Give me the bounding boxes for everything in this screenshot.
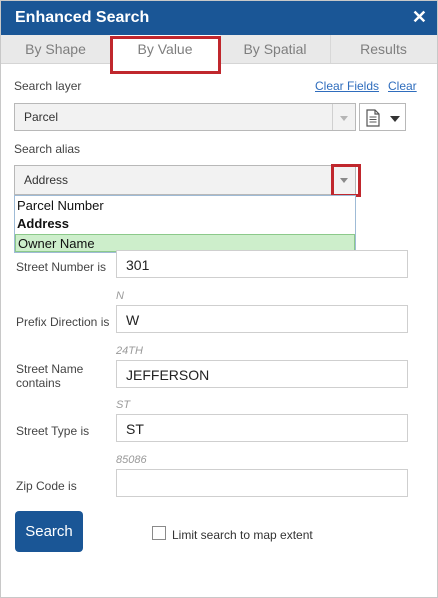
- tab-by-shape[interactable]: By Shape: [1, 35, 111, 63]
- search-layer-value: Parcel: [24, 110, 59, 124]
- tab-highlight-box: [110, 36, 221, 74]
- prefix-direction-field[interactable]: W: [116, 305, 408, 333]
- search-alias-label: Search alias: [14, 142, 81, 156]
- clear-fields-link[interactable]: Clear Fields: [315, 79, 379, 93]
- prefix-direction-label: Prefix Direction is: [16, 315, 110, 329]
- street-number-value: 301: [126, 257, 150, 273]
- close-icon[interactable]: ✕: [412, 7, 427, 28]
- document-icon: [366, 109, 380, 127]
- title-bar: Enhanced Search ✕: [1, 1, 437, 35]
- search-layer-label: Search layer: [14, 79, 82, 93]
- search-alias-select[interactable]: Address: [14, 165, 356, 195]
- street-type-field[interactable]: ST: [116, 414, 408, 442]
- street-number-label: Street Number is: [16, 260, 107, 274]
- street-type-hint: ST: [116, 399, 131, 411]
- prefix-direction-value: W: [126, 312, 140, 328]
- search-alias-dropdown-list: Parcel Number Address Owner Name: [14, 195, 356, 253]
- street-type-value: ST: [126, 421, 144, 437]
- search-alias-value: Address: [24, 173, 69, 187]
- panel-title: Enhanced Search: [15, 9, 150, 26]
- search-button[interactable]: Search: [15, 511, 83, 552]
- dropdown-arrow-highlight-box: [331, 164, 361, 197]
- layer-options-button[interactable]: [359, 103, 406, 131]
- search-layer-select[interactable]: Parcel: [14, 103, 356, 131]
- limit-extent-checkbox[interactable]: [152, 526, 166, 540]
- street-number-field[interactable]: 301: [116, 250, 408, 278]
- tab-by-spatial[interactable]: By Spatial: [220, 35, 331, 63]
- option-parcel-number[interactable]: Parcel Number: [15, 197, 355, 215]
- prefix-direction-hint: N: [116, 290, 124, 302]
- option-address[interactable]: Address: [15, 215, 355, 233]
- tab-results[interactable]: Results: [330, 35, 437, 63]
- clear-link[interactable]: Clear: [388, 79, 417, 93]
- street-name-field[interactable]: JEFFERSON: [116, 360, 408, 388]
- street-name-value: JEFFERSON: [126, 367, 210, 383]
- limit-extent-label: Limit search to map extent: [172, 528, 313, 542]
- street-type-label: Street Type is: [16, 424, 90, 438]
- chevron-down-icon: [390, 116, 400, 122]
- chevron-down-icon[interactable]: [332, 104, 355, 130]
- zip-code-field[interactable]: [116, 469, 408, 497]
- enhanced-search-panel: Enhanced Search ✕ By Shape By Value By S…: [0, 0, 438, 598]
- street-name-label: Street Name contains: [16, 362, 84, 390]
- zip-code-label: Zip Code is: [16, 479, 77, 493]
- zip-code-hint: 85086: [116, 454, 147, 466]
- street-name-hint: 24TH: [116, 345, 143, 357]
